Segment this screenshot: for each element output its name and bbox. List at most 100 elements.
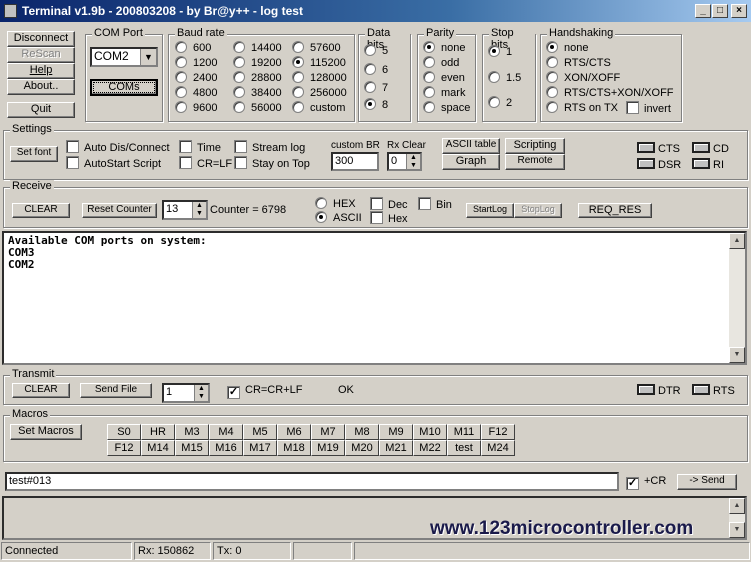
close-button[interactable]: × — [731, 4, 747, 18]
data-bits-5-radio[interactable]: 5 — [364, 44, 388, 58]
macro-button[interactable]: M10 — [413, 424, 447, 440]
dec-checkbox[interactable]: Dec — [370, 197, 408, 212]
scroll-down-icon[interactable]: ▼ — [729, 347, 745, 363]
macro-button[interactable]: M3 — [175, 424, 209, 440]
send-file-button[interactable]: Send File — [80, 383, 152, 398]
hex-checkbox[interactable]: Hex — [370, 211, 408, 226]
parity-even-radio[interactable]: even — [423, 71, 465, 85]
macro-button[interactable]: M24 — [481, 440, 515, 456]
time-checkbox[interactable]: Time — [179, 140, 221, 155]
macro-button[interactable]: M22 — [413, 440, 447, 456]
chevron-down-icon[interactable]: ▼ — [140, 49, 156, 65]
data-bits-6-radio[interactable]: 6 — [364, 63, 388, 77]
scroll-up-icon[interactable]: ▲ — [729, 233, 745, 249]
macro-button[interactable]: M4 — [209, 424, 243, 440]
spin-arrows-icon[interactable]: ▲ ▼ — [192, 202, 206, 218]
baud-128000-radio[interactable]: 128000 — [292, 71, 347, 85]
remote-button[interactable]: Remote — [505, 154, 565, 170]
stop-log-button[interactable]: StopLog — [514, 203, 562, 218]
cr-lf-checkbox[interactable]: CR=LF — [179, 156, 232, 171]
handshaking-radio[interactable]: RTS/CTS+XON/XOFF — [546, 86, 674, 100]
autostart-script-checkbox[interactable]: AutoStart Script — [66, 156, 161, 171]
macro-button[interactable]: test — [447, 440, 481, 456]
macro-button[interactable]: M18 — [277, 440, 311, 456]
macro-button[interactable]: M11 — [447, 424, 481, 440]
send-button[interactable]: -> Send — [677, 474, 737, 490]
stop-bits-radio[interactable]: 1 — [488, 45, 512, 59]
macro-button[interactable]: M19 — [311, 440, 345, 456]
transmit-spinner[interactable]: 1 ▲ ▼ — [162, 383, 210, 403]
parity-space-radio[interactable]: space — [423, 101, 470, 115]
req-res-button[interactable]: REQ_RES — [578, 203, 652, 218]
stop-bits-radio[interactable]: 2 — [488, 96, 512, 110]
stream-log-checkbox[interactable]: Stream log — [234, 140, 305, 155]
start-log-button[interactable]: StartLog — [466, 203, 514, 218]
baud-14400-radio[interactable]: 14400 — [233, 41, 282, 55]
baud-4800-radio[interactable]: 4800 — [175, 86, 217, 100]
macro-button[interactable]: M20 — [345, 440, 379, 456]
cr-crlf-checkbox[interactable]: ✓ CR=CR+LF — [227, 384, 302, 399]
baud-custom-radio[interactable]: custom — [292, 101, 345, 115]
receive-clear-button[interactable]: CLEAR — [12, 203, 70, 218]
set-macros-button[interactable]: Set Macros — [10, 424, 82, 440]
receive-scrollbar[interactable]: ▲ ▼ — [729, 233, 745, 363]
scroll-up-icon[interactable]: ▲ — [729, 498, 745, 514]
spin-arrows-icon[interactable]: ▲ ▼ — [406, 154, 420, 169]
parity-odd-radio[interactable]: odd — [423, 56, 459, 70]
com-port-select[interactable]: COM2 ▼ — [90, 47, 158, 67]
baud-56000-radio[interactable]: 56000 — [233, 101, 282, 115]
macro-button[interactable]: M5 — [243, 424, 277, 440]
plus-cr-checkbox[interactable]: ✓ +CR — [626, 475, 666, 490]
macro-button[interactable]: M15 — [175, 440, 209, 456]
receive-text-area[interactable]: Available COM ports on system: COM3 COM2 — [2, 231, 747, 365]
output-scrollbar[interactable]: ▲ ▼ — [729, 498, 745, 538]
bin-checkbox[interactable]: Bin — [418, 197, 452, 212]
macro-button[interactable]: F12 — [481, 424, 515, 440]
handshaking-radio[interactable]: XON/XOFF — [546, 71, 620, 85]
baud-256000-radio[interactable]: 256000 — [292, 86, 347, 100]
baud-28800-radio[interactable]: 28800 — [233, 71, 282, 85]
baud-38400-radio[interactable]: 38400 — [233, 86, 282, 100]
scripting-button[interactable]: Scripting — [505, 138, 565, 154]
data-bits-7-radio[interactable]: 7 — [364, 81, 388, 95]
macro-button[interactable]: M16 — [209, 440, 243, 456]
scroll-down-icon[interactable]: ▼ — [729, 522, 745, 538]
disconnect-button[interactable]: Disconnect — [7, 31, 75, 47]
custom-br-input[interactable]: 300 — [331, 152, 379, 171]
minimize-button[interactable]: _ — [695, 4, 711, 18]
maximize-button[interactable]: □ — [712, 4, 728, 18]
macro-button[interactable]: M14 — [141, 440, 175, 456]
parity-none-radio[interactable]: none — [423, 41, 465, 55]
ascii-table-button[interactable]: ASCII table — [442, 138, 500, 154]
coms-button[interactable]: COMs — [90, 79, 158, 96]
rts-indicator[interactable]: RTS — [692, 384, 735, 398]
stay-on-top-checkbox[interactable]: Stay on Top — [234, 156, 310, 171]
invert-checkbox[interactable]: invert — [626, 101, 671, 116]
baud-600-radio[interactable]: 600 — [175, 41, 211, 55]
baud-19200-radio[interactable]: 19200 — [233, 56, 282, 70]
baud-57600-radio[interactable]: 57600 — [292, 41, 341, 55]
spin-arrows-icon[interactable]: ▲ ▼ — [194, 385, 208, 401]
counter-spinner[interactable]: 13 ▲ ▼ — [162, 200, 208, 220]
macro-button[interactable]: F12 — [107, 440, 141, 456]
stop-bits-radio[interactable]: 1.5 — [488, 71, 521, 85]
macro-button[interactable]: S0 — [107, 424, 141, 440]
hex-radio[interactable]: HEX — [315, 197, 356, 211]
auto-dis-connect-checkbox[interactable]: Auto Dis/Connect — [66, 140, 170, 155]
parity-mark-radio[interactable]: mark — [423, 86, 465, 100]
help-button[interactable]: Help — [7, 63, 75, 79]
macro-button[interactable]: M7 — [311, 424, 345, 440]
handshaking-radio[interactable]: RTS/CTS — [546, 56, 611, 70]
macro-button[interactable]: M8 — [345, 424, 379, 440]
quit-button[interactable]: Quit — [7, 102, 75, 118]
set-font-button[interactable]: Set font — [10, 146, 58, 162]
send-input[interactable]: test#013 — [5, 472, 619, 491]
macro-button[interactable]: M17 — [243, 440, 277, 456]
macro-button[interactable]: M6 — [277, 424, 311, 440]
baud-1200-radio[interactable]: 1200 — [175, 56, 217, 70]
ascii-radio[interactable]: ASCII — [315, 211, 362, 225]
handshaking-radio[interactable]: RTS on TX — [546, 101, 618, 115]
data-bits-8-radio[interactable]: 8 — [364, 98, 388, 112]
graph-button[interactable]: Graph — [442, 154, 500, 170]
reset-counter-button[interactable]: Reset Counter — [82, 203, 157, 218]
